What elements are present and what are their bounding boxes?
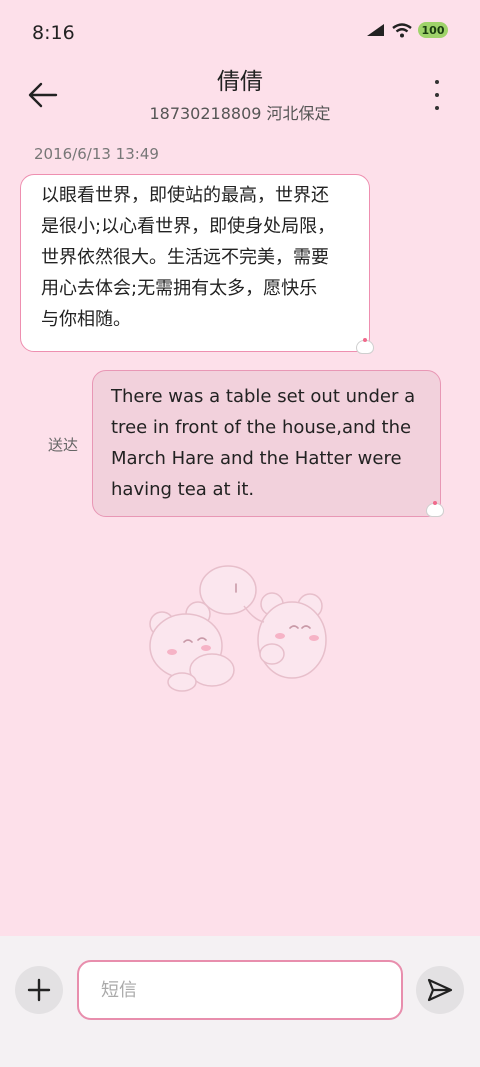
battery-icon: 100 bbox=[418, 22, 448, 38]
send-icon bbox=[427, 978, 453, 1002]
status-icons: 100 bbox=[366, 22, 448, 38]
more-options-button[interactable] bbox=[430, 80, 444, 110]
message-line: having tea at it. bbox=[111, 479, 255, 500]
message-line: 是很小;以心看世界，即使身处局限， bbox=[41, 216, 336, 237]
status-time: 8:16 bbox=[32, 22, 75, 44]
message-line: 用心去体会;无需拥有太多，愿快乐 bbox=[41, 278, 318, 299]
delivery-status: 送达 bbox=[48, 436, 79, 454]
plus-icon bbox=[27, 978, 51, 1002]
message-timestamp: 2016/6/13 13:49 bbox=[34, 145, 159, 163]
message-line: There was a table set out under a bbox=[111, 386, 416, 407]
contact-name: 倩倩 bbox=[217, 69, 263, 95]
send-button[interactable] bbox=[416, 966, 464, 1014]
more-vert-icon bbox=[435, 80, 439, 84]
message-line: tree in front of the house,and the bbox=[111, 417, 412, 438]
message-input[interactable] bbox=[77, 960, 403, 1020]
message-line: 以眼看世界，即使站的最高，世界还 bbox=[41, 185, 329, 206]
outgoing-message-bubble[interactable]: There was a table set out under a tree i… bbox=[92, 370, 441, 517]
wifi-icon bbox=[392, 22, 412, 37]
signal-icon bbox=[367, 24, 384, 36]
conversation-header: 倩倩 18730218809 河北保定 bbox=[0, 64, 480, 134]
bears-illustration bbox=[149, 565, 327, 692]
message-line: 世界依然很大。生活远不完美，需要 bbox=[41, 247, 329, 268]
contact-number-location: 18730218809 河北保定 bbox=[149, 104, 331, 123]
status-bar: 8:16 100 bbox=[0, 0, 480, 64]
incoming-message-bubble[interactable]: 以眼看世界，即使站的最高，世界还 是很小;以心看世界，即使身处局限， 世界依然很… bbox=[20, 174, 370, 352]
add-attachment-button[interactable] bbox=[15, 966, 63, 1014]
bubble-decoration-icon bbox=[356, 338, 374, 354]
message-line: March Hare and the Hatter were bbox=[111, 448, 402, 469]
message-line: 与你相随。 bbox=[41, 309, 131, 330]
contact-title: 倩倩 18730218809 河北保定 bbox=[0, 66, 480, 124]
bubble-decoration-icon bbox=[426, 501, 444, 517]
